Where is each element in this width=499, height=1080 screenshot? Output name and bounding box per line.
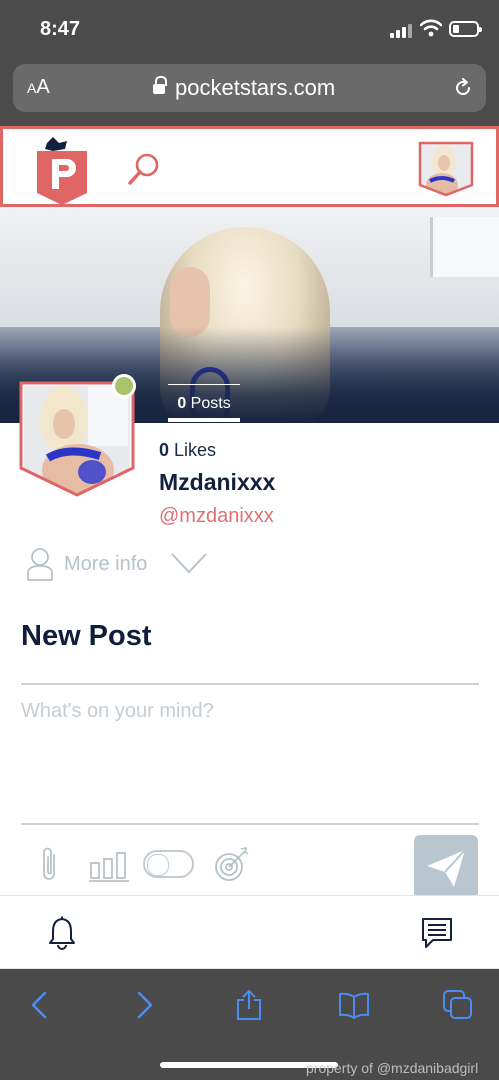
paperclip-icon[interactable]: [38, 845, 62, 883]
address-bar[interactable]: AA pocketstars.com: [13, 64, 486, 112]
post-composer-input[interactable]: [21, 700, 479, 818]
reader-text-size-button[interactable]: AA: [27, 76, 50, 99]
share-icon[interactable]: [233, 989, 265, 1021]
divider: [21, 823, 479, 825]
app-header: [0, 126, 499, 207]
send-post-button[interactable]: [414, 835, 478, 899]
bell-icon[interactable]: [48, 916, 76, 950]
pocketstars-logo[interactable]: [35, 135, 89, 205]
forward-icon[interactable]: [128, 989, 160, 1021]
tab-posts[interactable]: 0 Posts: [168, 384, 240, 422]
watermark-text: property of @mzdanibadgirl: [306, 1060, 479, 1076]
user-icon: [27, 548, 53, 581]
send-icon: [427, 849, 466, 887]
tabs-icon[interactable]: [442, 989, 474, 1021]
lock-icon: [153, 76, 167, 95]
online-status-dot: [112, 374, 136, 398]
back-icon[interactable]: [24, 989, 56, 1021]
battery-icon: [449, 21, 482, 37]
more-info-toggle[interactable]: More info: [26, 545, 216, 583]
url-text[interactable]: pocketstars.com: [175, 75, 335, 101]
app-bottom-nav: [0, 895, 499, 969]
toggle-icon[interactable]: [143, 850, 194, 878]
likes-count: 0 Likes: [159, 440, 217, 460]
search-icon[interactable]: [127, 151, 163, 187]
chevron-down-icon: [171, 553, 207, 574]
browser-top-chrome: 8:47 AA pocketstars.com: [0, 0, 499, 126]
reload-icon[interactable]: [453, 78, 473, 98]
new-post-title: New Post: [21, 620, 152, 652]
app-page: 8:47 AA pocketstars.com 0 Posts 0 Likes …: [0, 0, 499, 1080]
header-avatar[interactable]: [418, 141, 474, 197]
bookmarks-icon[interactable]: [338, 989, 370, 1021]
more-info-label: More info: [64, 553, 148, 575]
profile-handle[interactable]: @mzdanixxx: [159, 505, 274, 528]
status-time: 8:47: [40, 18, 81, 40]
divider: [21, 683, 479, 685]
profile-avatar[interactable]: [18, 380, 136, 498]
chat-icon[interactable]: [421, 916, 453, 950]
profile-display-name: Mzdanixxx: [159, 469, 276, 495]
wifi-icon: [420, 19, 442, 37]
target-icon[interactable]: [213, 845, 249, 883]
signal-icon: [390, 22, 412, 38]
poll-icon[interactable]: [88, 845, 130, 883]
